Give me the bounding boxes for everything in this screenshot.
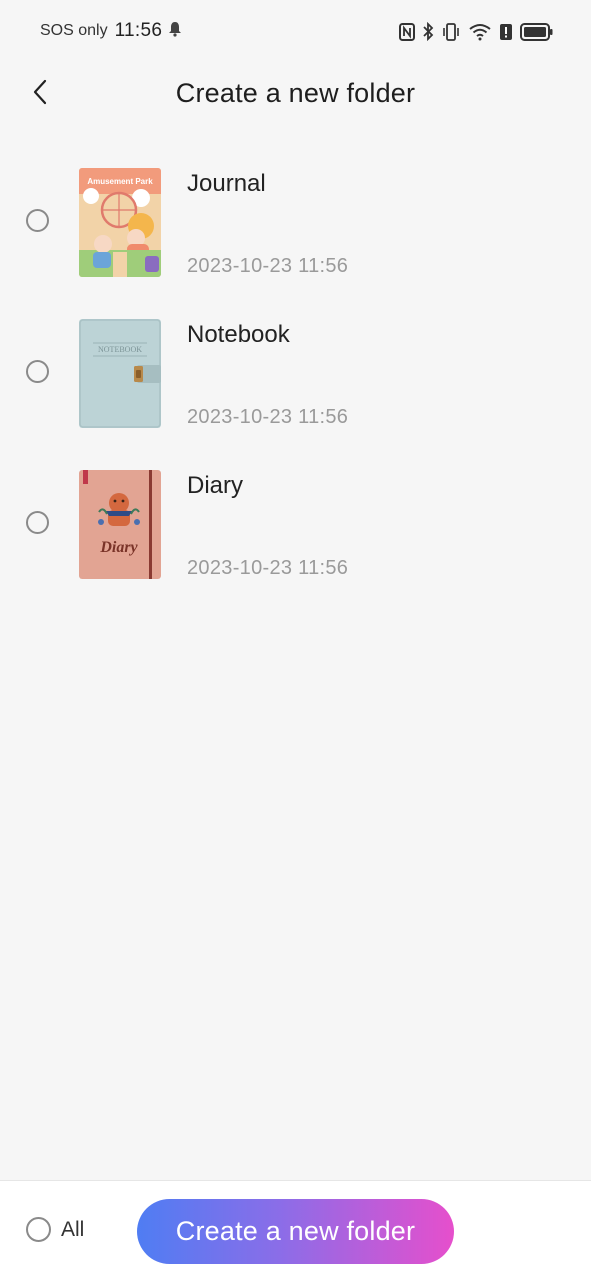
folder-date: 2023-10-23 11:56 (187, 557, 349, 579)
journal-cover-image: Amusement Park (79, 168, 161, 277)
select-all-toggle[interactable]: All (26, 1217, 84, 1242)
diary-cover-image: Diary (79, 470, 161, 579)
page-title: Create a new folder (175, 78, 416, 108)
status-bar: SOS only 11:56 (0, 0, 591, 64)
bluetooth-icon (422, 22, 434, 41)
list-item[interactable]: Amusement Park Journal 2023-10-23 11:56 (0, 160, 591, 311)
folder-name: Notebook (187, 321, 290, 348)
wifi-icon (468, 23, 492, 41)
folder-list: Amusement Park Journal 2023-10-23 11:56 (0, 160, 591, 613)
create-folder-button[interactable]: Create a new folder (137, 1199, 454, 1264)
folder-date: 2023-10-23 11:56 (187, 406, 349, 428)
status-right (399, 22, 553, 41)
select-all-label: All (61, 1217, 85, 1241)
folder-name: Journal (187, 170, 266, 197)
notebook-cover-image: NOTEBOOK (79, 319, 161, 428)
folder-name: Diary (187, 472, 244, 499)
bell-icon (168, 21, 182, 42)
cover-text: Diary (99, 539, 138, 556)
alert-icon (499, 23, 513, 41)
list-item[interactable]: NOTEBOOK Notebook 2023-10-23 11:56 (0, 311, 591, 462)
cover-text: Amusement Park (87, 177, 153, 186)
select-radio[interactable] (26, 511, 49, 534)
bottom-action-bar: All Create a new folder (0, 1180, 591, 1281)
cover-text: NOTEBOOK (98, 345, 142, 354)
select-radio[interactable] (26, 209, 49, 232)
status-time: 11:56 (114, 20, 163, 41)
carrier-text: SOS only (40, 22, 108, 39)
status-left: SOS only 11:56 (40, 20, 182, 42)
nfc-icon (399, 22, 415, 41)
header: Create a new folder (0, 64, 591, 124)
list-item[interactable]: Diary Diary 2023-10-23 11:56 (0, 462, 591, 613)
select-radio[interactable] (26, 360, 49, 383)
select-all-radio[interactable] (26, 1217, 51, 1242)
battery-icon (520, 22, 553, 41)
vibrate-icon (441, 22, 461, 41)
folder-date: 2023-10-23 11:56 (187, 255, 349, 277)
